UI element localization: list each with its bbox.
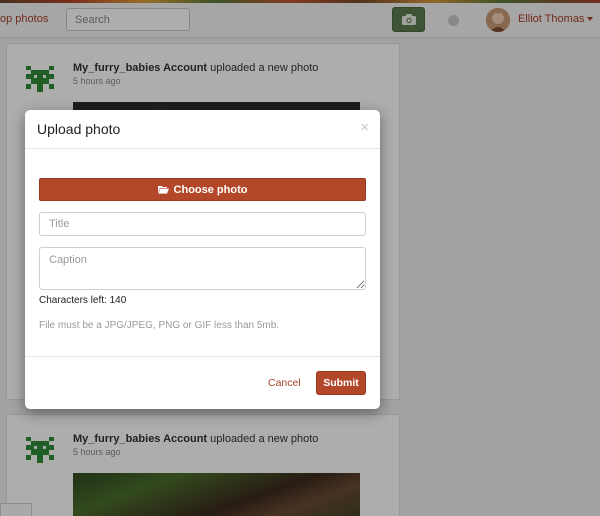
characters-left-counter: Characters left: 140 xyxy=(39,295,126,306)
characters-left-value: 140 xyxy=(109,295,127,306)
folder-open-icon xyxy=(157,186,169,194)
upload-photo-modal: Upload photo × Choose photo Characters l… xyxy=(25,110,380,409)
choose-photo-label: Choose photo xyxy=(173,183,248,196)
modal-title: Upload photo xyxy=(37,121,121,137)
submit-button[interactable]: Submit xyxy=(316,371,366,395)
title-input[interactable] xyxy=(39,212,366,236)
file-requirements-note: File must be a JPG/JPEG, PNG or GIF less… xyxy=(39,320,280,331)
modal-divider xyxy=(25,148,380,149)
cancel-button[interactable]: Cancel xyxy=(268,377,301,389)
caption-input[interactable] xyxy=(39,247,366,290)
choose-photo-button[interactable]: Choose photo xyxy=(39,178,366,201)
characters-left-label: Characters left: xyxy=(39,295,107,306)
modal-footer-divider xyxy=(25,356,380,357)
close-icon[interactable]: × xyxy=(360,120,369,135)
